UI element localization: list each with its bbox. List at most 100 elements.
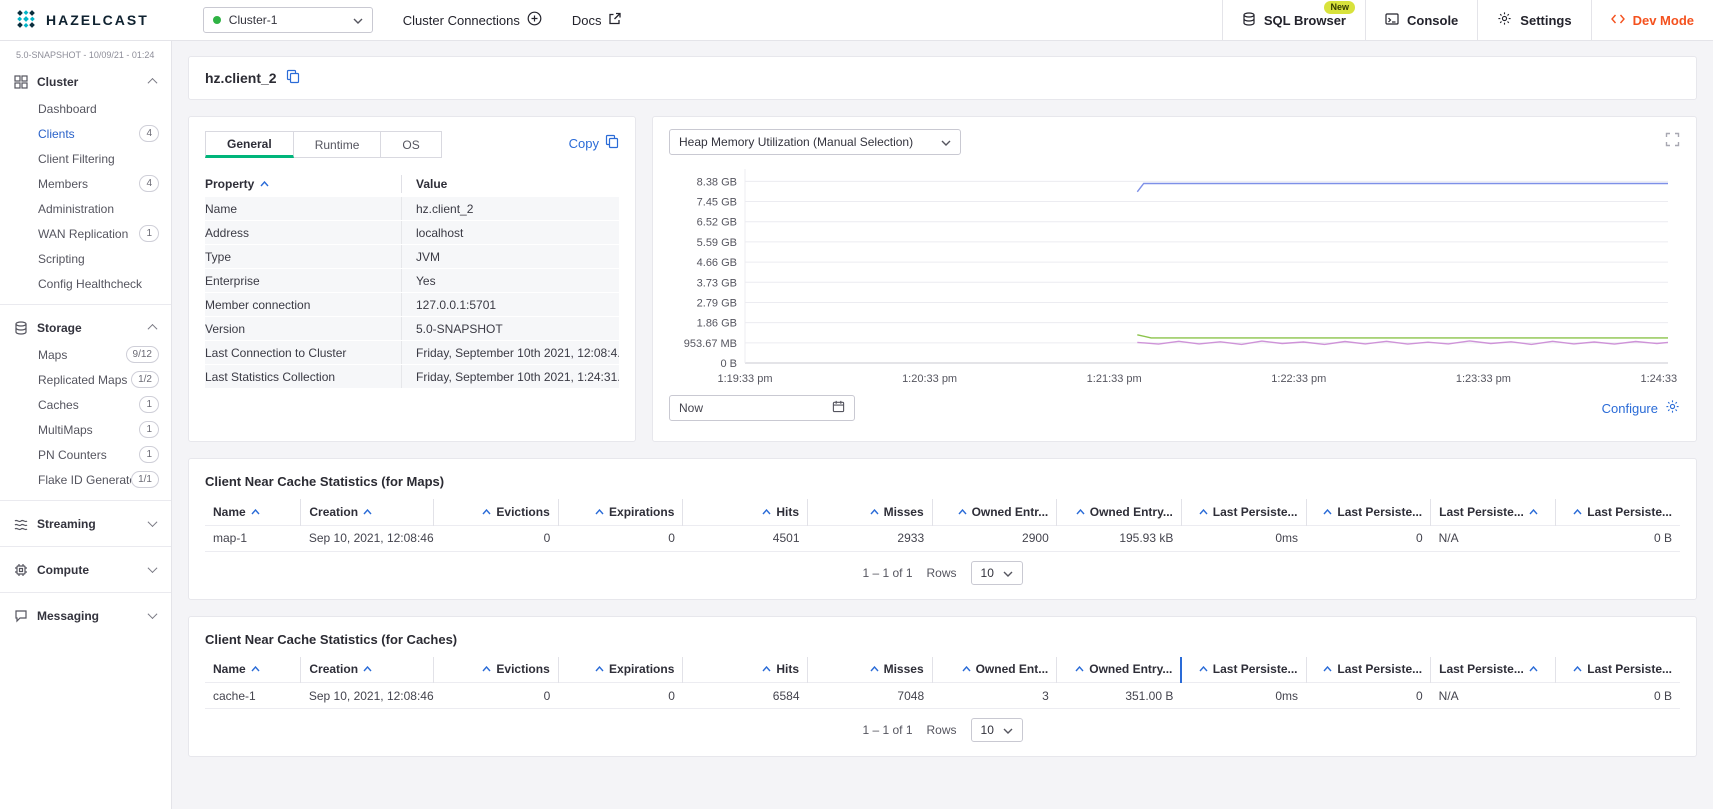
sidebar-section-cluster[interactable]: Cluster: [0, 67, 171, 96]
svg-text:1:20:33 pm: 1:20:33 pm: [902, 373, 957, 385]
column-label: Hits: [776, 505, 799, 519]
sidebar-section-compute[interactable]: Compute: [0, 555, 171, 584]
table-cell: map-1: [205, 525, 301, 551]
column-header-last-persiste[interactable]: Last Persiste...: [1431, 657, 1556, 683]
time-range-input[interactable]: Now: [669, 395, 855, 421]
sort-caret-icon: [251, 666, 260, 672]
column-header-name[interactable]: Name: [205, 499, 301, 525]
sidebar-item-members[interactable]: Members4: [0, 171, 171, 196]
chevron-down-icon: [148, 563, 158, 573]
table-cell: 0: [558, 525, 683, 551]
sidebar-item-label: Scripting: [38, 252, 159, 266]
sidebar-section-storage[interactable]: Storage: [0, 313, 171, 342]
plus-circle-icon: [527, 11, 542, 29]
tab-os[interactable]: OS: [381, 131, 441, 158]
table-cell: Sep 10, 2021, 12:08:46: [301, 525, 434, 551]
hazelcast-logo[interactable]: HAZELCAST: [0, 0, 163, 40]
pagination: 1 – 1 of 1 Rows 10: [189, 709, 1696, 754]
sql-browser-button[interactable]: New SQL Browser: [1222, 0, 1365, 40]
column-header-expirations[interactable]: Expirations: [558, 657, 683, 683]
heap-chart: 8.38 GB7.45 GB6.52 GB5.59 GB4.66 GB3.73 …: [669, 159, 1680, 393]
cluster-select[interactable]: Cluster-1: [203, 7, 373, 33]
column-header-last-persiste[interactable]: Last Persiste...: [1431, 499, 1556, 525]
sort-caret-icon: [1199, 666, 1208, 672]
copy-button[interactable]: Copy: [569, 134, 619, 152]
sidebar-item-client-filtering[interactable]: Client Filtering: [0, 146, 171, 171]
sidebar-item-caches[interactable]: Caches1: [0, 392, 171, 417]
fullscreen-icon[interactable]: [1665, 132, 1680, 150]
sidebar-item-multimaps[interactable]: MultiMaps1: [0, 417, 171, 442]
console-button[interactable]: Console: [1365, 0, 1477, 40]
sidebar-item-maps[interactable]: Maps9/12: [0, 342, 171, 367]
column-header-hits[interactable]: Hits: [683, 499, 808, 525]
sidebar-item-administration[interactable]: Administration: [0, 196, 171, 221]
page-size-select[interactable]: 10: [971, 718, 1023, 742]
column-header-misses[interactable]: Misses: [808, 657, 933, 683]
sidebar-item-flake-id-generators[interactable]: Flake ID Generators1/1: [0, 467, 171, 492]
table-row[interactable]: map-1Sep 10, 2021, 12:08:460045012933290…: [205, 525, 1680, 551]
metric-select[interactable]: Heap Memory Utilization (Manual Selectio…: [669, 129, 961, 155]
sort-caret-icon[interactable]: [260, 181, 269, 187]
property-value: localhost: [401, 221, 619, 244]
tab-runtime[interactable]: Runtime: [294, 131, 382, 158]
sort-caret-icon: [962, 666, 971, 672]
column-header-owned-ent[interactable]: Owned Ent...: [932, 657, 1057, 683]
column-header-owned-entry[interactable]: Owned Entry...: [1057, 657, 1182, 683]
table-cell: 195.93 kB: [1057, 525, 1182, 551]
column-header-owned-entry[interactable]: Owned Entry...: [1057, 499, 1182, 525]
sort-caret-icon: [762, 666, 771, 672]
column-header-evictions[interactable]: Evictions: [434, 657, 559, 683]
sort-caret-icon: [595, 509, 604, 515]
column-header-expirations[interactable]: Expirations: [558, 499, 683, 525]
property-value: 5.0-SNAPSHOT: [401, 317, 619, 340]
column-header-last-persiste[interactable]: Last Persiste...: [1306, 499, 1431, 525]
column-header-evictions[interactable]: Evictions: [434, 499, 559, 525]
sidebar-item-replicated-maps[interactable]: Replicated Maps1/2: [0, 367, 171, 392]
column-header-creation[interactable]: Creation: [301, 657, 434, 683]
dev-mode-button[interactable]: Dev Mode: [1591, 0, 1713, 40]
chart-series-green: [1137, 335, 1668, 338]
table-cell: 0 B: [1555, 683, 1680, 709]
column-header-last-persiste[interactable]: Last Persiste...: [1181, 499, 1306, 525]
column-header-owned-entr[interactable]: Owned Entr...: [932, 499, 1057, 525]
sort-caret-icon: [870, 509, 879, 515]
docs-link[interactable]: Docs: [572, 12, 622, 28]
chevron-down-icon: [353, 13, 363, 27]
storage-database-icon: [14, 321, 28, 335]
table-cell: N/A: [1431, 683, 1556, 709]
sidebar-section-label: Messaging: [37, 609, 140, 623]
sidebar-item-clients[interactable]: Clients4: [0, 121, 171, 146]
table-row[interactable]: cache-1Sep 10, 2021, 12:08:4600658470483…: [205, 683, 1680, 709]
svg-text:4.66 GB: 4.66 GB: [697, 257, 737, 269]
column-label: Name: [213, 505, 246, 519]
column-header-last-persiste[interactable]: Last Persiste...: [1555, 657, 1680, 683]
column-header-last-persiste[interactable]: Last Persiste...: [1306, 657, 1431, 683]
configure-button[interactable]: Configure: [1602, 399, 1680, 417]
column-header-creation[interactable]: Creation: [301, 499, 434, 525]
sort-caret-icon: [363, 509, 372, 515]
sidebar-section-messaging[interactable]: Messaging: [0, 601, 171, 630]
sidebar-item-config-healthcheck[interactable]: Config Healthcheck: [0, 271, 171, 296]
sort-caret-icon: [482, 509, 491, 515]
sidebar-item-label: Dashboard: [38, 102, 159, 116]
sidebar-section-streaming[interactable]: Streaming: [0, 509, 171, 538]
table-cell: 0: [434, 525, 559, 551]
cluster-connections-button[interactable]: Cluster Connections: [403, 11, 542, 29]
column-header-misses[interactable]: Misses: [808, 499, 933, 525]
column-header-last-persiste[interactable]: Last Persiste...: [1555, 499, 1680, 525]
count-badge: 9/12: [126, 346, 159, 363]
page-size-select[interactable]: 10: [971, 561, 1023, 585]
column-header-name[interactable]: Name: [205, 657, 301, 683]
tab-general[interactable]: General: [205, 131, 294, 158]
sidebar-item-dashboard[interactable]: Dashboard: [0, 96, 171, 121]
table-header-row: NameCreationEvictionsExpirationsHitsMiss…: [205, 657, 1680, 683]
sidebar-item-pn-counters[interactable]: PN Counters1: [0, 442, 171, 467]
settings-button[interactable]: Settings: [1477, 0, 1590, 40]
column-header-last-persiste[interactable]: Last Persiste...: [1181, 657, 1306, 683]
svg-text:7.45 GB: 7.45 GB: [697, 197, 737, 209]
column-header-hits[interactable]: Hits: [683, 657, 808, 683]
svg-text:953.67 MB: 953.67 MB: [684, 338, 737, 350]
sidebar-item-scripting[interactable]: Scripting: [0, 246, 171, 271]
copy-title-icon[interactable]: [286, 69, 300, 87]
sidebar-item-wan-replication[interactable]: WAN Replication1: [0, 221, 171, 246]
